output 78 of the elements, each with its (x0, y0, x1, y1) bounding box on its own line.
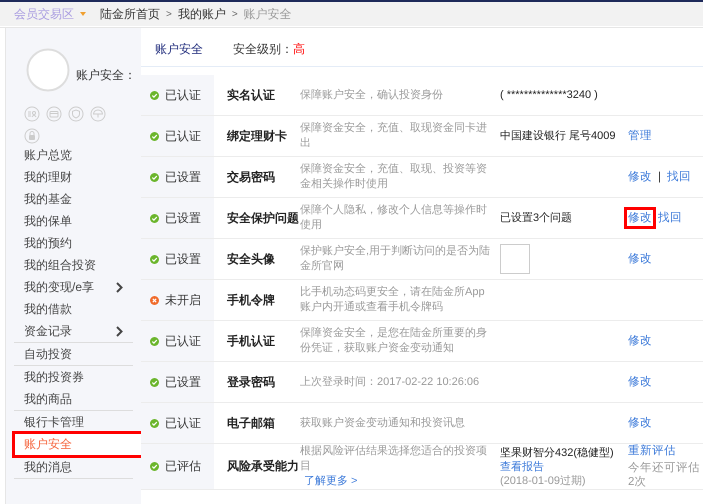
item-name: 手机令牌 (226, 292, 276, 308)
action-link[interactable]: 修改 (628, 170, 652, 184)
security-level-value: 高 (293, 40, 305, 58)
report-link[interactable]: 查看报告 (500, 460, 544, 474)
learn-more-link[interactable]: 了解更多 > (304, 474, 358, 489)
item-description: 保障个人隐私，修改个人信息等操作时使用 (300, 202, 488, 233)
item-name: 登录密码 (226, 374, 276, 390)
action-link[interactable]: 修改 (628, 416, 652, 430)
status-text: 已认证 (165, 86, 201, 104)
action-link[interactable]: 找回 (667, 170, 691, 184)
sidebar-item[interactable]: 我的保单 (14, 210, 133, 232)
action-link[interactable]: 重新评估 (628, 444, 676, 458)
item-description: 保障资金安全，充值、取现资金同卡进出 (300, 120, 488, 151)
umbrella-icon (90, 106, 106, 122)
card-icon (46, 106, 62, 122)
status-text: 已认证 (165, 128, 201, 144)
item-name: 绑定理财卡 (226, 128, 288, 144)
action-link[interactable]: 找回 (658, 211, 682, 225)
item-name: 交易密码 (226, 168, 276, 186)
status-text: 已设置 (165, 374, 201, 390)
status-text: 已评估 (165, 458, 201, 475)
status-text: 未开启 (165, 292, 201, 308)
item-value: 坚果财智分432(稳健型) (500, 446, 614, 460)
status-text: 已认证 (165, 332, 201, 350)
item-description: 根据风险评估结果选择您适合的投资项目 了解更多 > (300, 444, 488, 489)
sidebar-item[interactable]: 银行卡管理 (14, 411, 133, 433)
sidebar-item[interactable]: 资金记录 (14, 320, 133, 343)
status-text: 已设置 (165, 168, 201, 186)
breadcrumb-link[interactable]: 陆金所首页 (100, 6, 160, 22)
sidebar-item[interactable]: 我的理财 (14, 166, 133, 188)
breadcrumb-separator: > (166, 8, 172, 20)
item-name: 安全保护问题 (226, 210, 300, 226)
item-name: 电子邮箱 (226, 414, 276, 432)
item-description: 上次登录时间：2017-02-22 10:26:06 (300, 374, 480, 390)
item-value: 已设置3个问题 (500, 211, 572, 225)
sidebar-item[interactable]: 我的投资券 (14, 366, 133, 388)
item-description: 保障资金安全，充值、取现、投资等资金相关操作时使用 (300, 162, 488, 192)
security-image-placeholder (500, 244, 530, 274)
avatar-icon (26, 48, 70, 92)
shield-icon (68, 106, 84, 122)
status-text: 已设置 (165, 210, 201, 226)
item-description: 保护账户安全,用于判断访问的是否为陆金所官网 (300, 244, 492, 274)
action-link[interactable]: 管理 (628, 129, 652, 143)
item-name: 实名认证 (226, 86, 276, 104)
item-name: 安全头像 (226, 250, 276, 268)
remaining-note: 今年还可评估2次 (628, 461, 701, 489)
sidebar-item[interactable]: 我的组合投资 (14, 254, 133, 276)
status-text: 已设置 (165, 250, 201, 268)
security-level-label: 安全级别： (233, 40, 293, 58)
sidebar-item[interactable]: 我的商品 (14, 388, 133, 411)
sidebar-item[interactable]: 我的借款 (14, 298, 133, 320)
caret-icon (80, 12, 86, 16)
action-link[interactable]: 修改 (628, 375, 652, 389)
action-link[interactable]: 修改 (628, 252, 652, 266)
item-value: ( **************3240 ) (500, 88, 598, 102)
breadcrumb-separator: > (232, 8, 238, 20)
breadcrumb-link[interactable]: 我的账户 (178, 6, 226, 22)
sidebar-item[interactable]: 我的基金 (14, 188, 133, 210)
item-name: 手机认证 (226, 332, 276, 350)
item-description: 保障资金安全，是您在陆金所重要的身份凭证，获取账户资金变动通知 (300, 326, 488, 356)
sidebar-item[interactable]: 我的消息 (14, 456, 133, 479)
item-value: 中国建设银行 尾号4009 (500, 129, 616, 143)
action-link[interactable]: 修改 (628, 334, 652, 348)
item-description: 比手机动态码更安全，请在陆金所App账户内开通或查看手机令牌码 (300, 284, 486, 315)
sidebar-item[interactable]: 我的预约 (14, 232, 133, 254)
status-text: 已认证 (165, 414, 201, 432)
sidebar-item[interactable]: 我的变现/e享 (14, 276, 133, 298)
separator-text: | (658, 170, 661, 184)
sidebar-item[interactable]: 自动投资 (14, 343, 133, 366)
item-description: 获取账户资金变动通知和投资讯息 (300, 416, 466, 430)
expiry-note: (2018-01-09过期) (500, 474, 586, 488)
sidebar-item[interactable]: 账户总览 (14, 144, 133, 166)
id-card-icon (24, 106, 40, 122)
lock-icon (24, 128, 40, 144)
item-name: 风险承受能力 (226, 458, 300, 475)
security-label: 账户安全： (76, 67, 136, 84)
section-title: 账户安全 (155, 40, 204, 58)
item-description: 保障账户安全，确认投资身份 (300, 88, 444, 102)
